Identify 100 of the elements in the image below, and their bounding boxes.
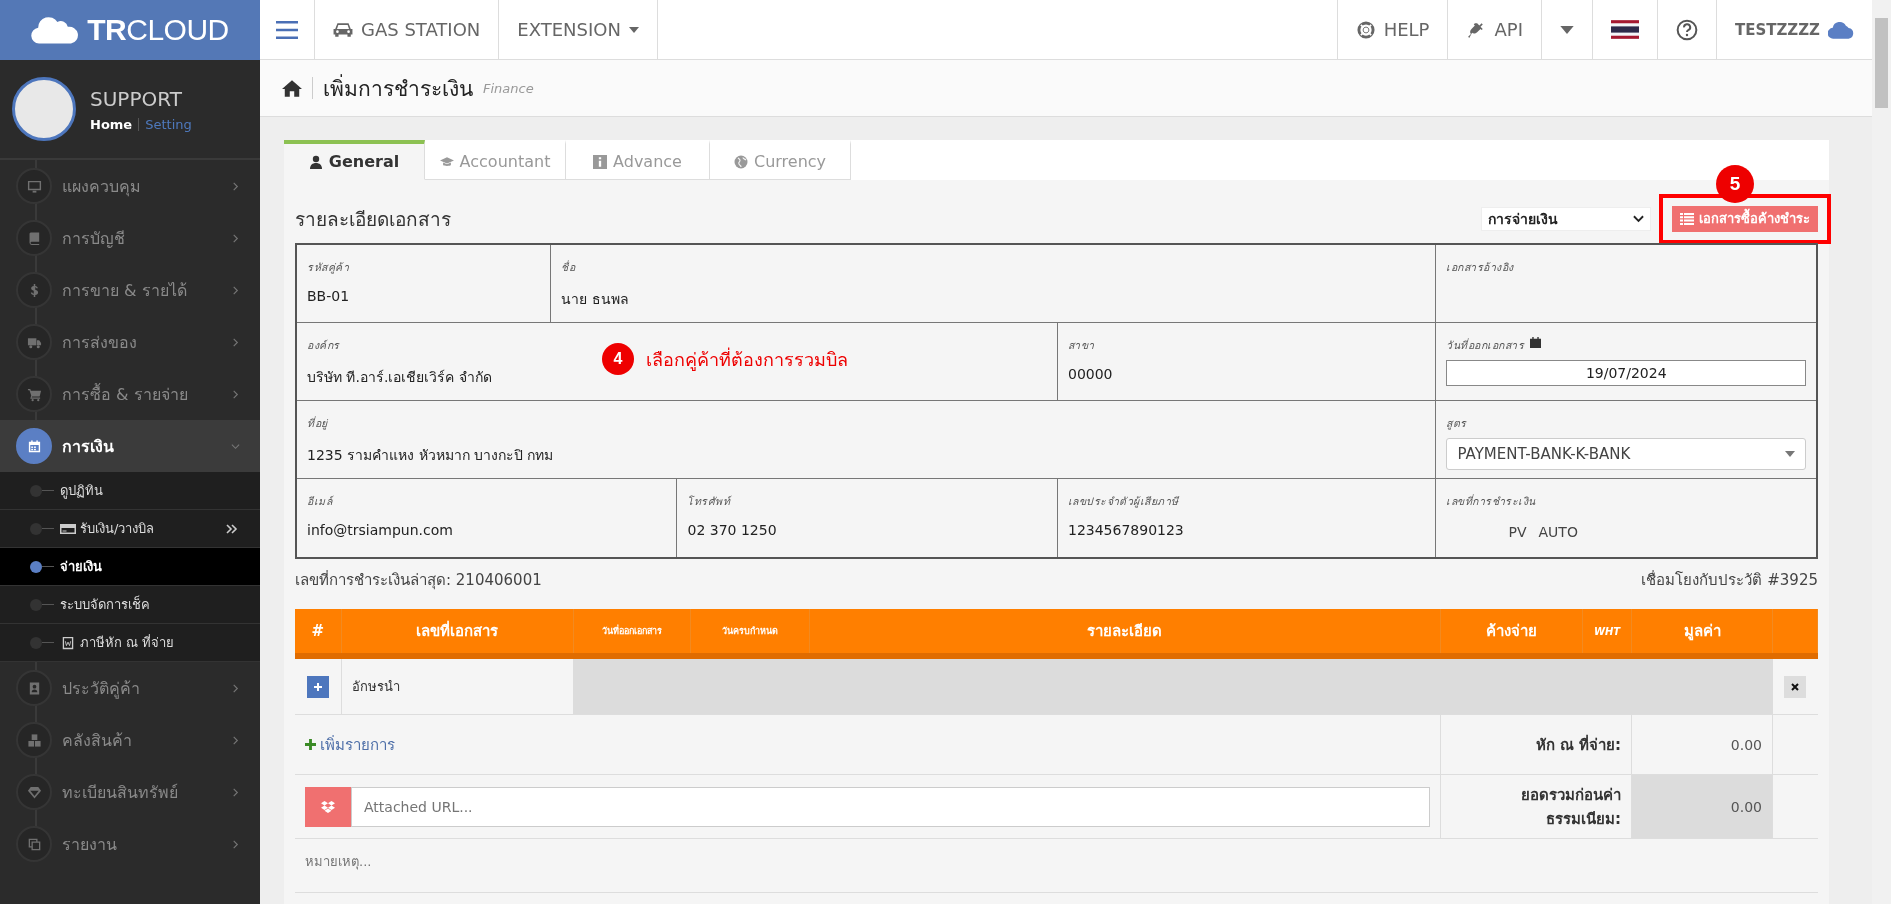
sidebar-subitem[interactable]: ภาษีหัก ณ ที่จ่าย	[0, 624, 260, 662]
field-label: โทรศัพท์	[687, 494, 731, 509]
column-header: วันครบกำหนด	[690, 609, 809, 656]
column-header: เลขที่เอกสาร	[341, 609, 573, 656]
field-label: องค์กร	[307, 338, 340, 353]
field-label: เลขประจำตัวผู้เสียภาษี	[1067, 494, 1179, 510]
column-header: มูลค่า	[1631, 609, 1773, 656]
field-label: สูตร	[1446, 416, 1467, 432]
document-type-select[interactable]: การจ่ายเงิน	[1481, 206, 1651, 231]
notes-field[interactable]: หมายเหตุ...	[295, 839, 1818, 889]
diamond-icon	[26, 784, 42, 800]
sidebar-item[interactable]: คลังสินค้า	[0, 714, 260, 766]
subtotal-value: 0.00	[1631, 774, 1773, 839]
globe-icon	[733, 154, 748, 169]
sidebar-item[interactable]: การขาย & รายได้	[0, 264, 260, 316]
document-icon	[60, 635, 76, 650]
page-subtitle: Finance	[483, 80, 534, 96]
field-value: 02 370 1250	[687, 522, 778, 538]
credit-card-icon	[60, 521, 76, 536]
calendar-icon	[26, 438, 42, 454]
help-icon	[1675, 18, 1698, 41]
column-header: WHT	[1582, 609, 1632, 656]
formula-select[interactable]: PAYMENT-BANK-K-BANK	[1446, 438, 1806, 470]
close-button[interactable]	[1784, 675, 1806, 698]
chevron-right-icon	[231, 285, 240, 295]
home-icon[interactable]	[282, 79, 302, 97]
last-payment-number: เลขที่การชำระเงินล่าสุด: 210406001	[295, 569, 542, 592]
column-header: #	[295, 609, 341, 656]
sidebar-subitem[interactable]: จ่ายเงิน	[0, 548, 260, 586]
field-value: บริษัท ที.อาร์.เอเชียเวิร์ค จำกัด	[307, 368, 493, 387]
brand-name[interactable]: TRCLOUD	[87, 13, 229, 47]
field-label: เอกสารอ้างอิง	[1446, 260, 1514, 275]
sidebar-item[interactable]: การบัญชี	[0, 212, 260, 264]
column-header: รายละเอียด	[809, 609, 1441, 656]
chevron-right-icon	[231, 839, 240, 849]
chevron-right-icon	[231, 233, 240, 243]
list-icon	[1680, 212, 1694, 225]
field-label: ชื่อ	[561, 259, 576, 275]
annotation-text: เลือกคู่ค้าที่ต้องการรวมบิล	[646, 346, 848, 373]
sidebar-item[interactable]: ประวัติคู่ค้า	[0, 662, 260, 714]
cubes-icon	[26, 732, 42, 748]
column-header: วันที่ออกเอกสาร	[573, 609, 690, 656]
wht-label: หัก ณ ที่จ่าย:	[1440, 714, 1632, 775]
dropbox-button[interactable]	[305, 786, 351, 827]
tab[interactable]: Accountant	[425, 140, 566, 180]
car-icon	[333, 20, 353, 39]
chevron-right-icon	[231, 181, 240, 191]
field-label: วันที่ออกเอกสาร	[1446, 337, 1525, 353]
sidebar-item[interactable]: การซื้อ & รายจ่าย	[0, 368, 260, 420]
profile-link[interactable]: Setting	[145, 116, 192, 132]
sidebar-subitem[interactable]: ดูปฏิทิน	[0, 472, 260, 510]
date-field[interactable]: 19/07/2024	[1446, 360, 1806, 386]
menu-icon	[276, 20, 298, 39]
field-value: info@trsiampun.com	[307, 522, 454, 538]
chevron-down-icon	[231, 441, 240, 451]
field-value: 1234567890123	[1067, 522, 1185, 538]
timeline-node	[30, 560, 54, 573]
field-label: อีเมล์	[307, 494, 332, 509]
plus-icon	[312, 681, 323, 692]
scrollbar[interactable]	[1872, 0, 1891, 904]
outstanding-documents-button[interactable]: เอกสารซื้อค้างชำระ	[1672, 205, 1818, 232]
chevron-down-icon	[1633, 214, 1644, 223]
calendar-icon	[1530, 337, 1542, 348]
flag-icon	[1610, 20, 1639, 39]
attached-url-field[interactable]: Attached URL...	[351, 786, 1430, 827]
column-header: ค้างจ่าย	[1440, 609, 1583, 656]
field-label: ที่อยู่	[307, 415, 328, 432]
field-value: 1235 รามคำแหง หัวหมาก บางกะปิ กทม	[307, 446, 555, 465]
sidebar-item[interactable]: ทะเบียนสินทรัพย์	[0, 766, 260, 818]
caret-icon	[1559, 25, 1574, 34]
cart-icon	[26, 386, 42, 402]
tab[interactable]: Advance	[566, 140, 710, 180]
tab[interactable]: General	[284, 140, 425, 180]
tab[interactable]: Currency	[710, 140, 851, 180]
step-number-badge: 4	[602, 343, 634, 375]
field-value: 00000	[1067, 366, 1114, 382]
add-row-button[interactable]	[306, 675, 329, 698]
monitor-icon	[26, 178, 42, 194]
chevron-right-icon	[231, 337, 240, 347]
field-label: สาขา	[1067, 338, 1095, 353]
code-prefix: PV	[1508, 524, 1527, 540]
add-item-link[interactable]: เพิ่มรายการ	[295, 732, 395, 757]
chevron-right-icon	[231, 683, 240, 693]
chevron-right-icon	[231, 735, 240, 745]
sidebar-subitem[interactable]: ระบบจัดการเช็ค	[0, 586, 260, 624]
profile-link[interactable]: Home	[90, 116, 133, 132]
chevron-right-icon	[231, 389, 240, 399]
sidebar-item[interactable]: การส่งของ	[0, 316, 260, 368]
sidebar-item[interactable]: รายงาน	[0, 818, 260, 870]
user-icon	[308, 154, 323, 169]
sidebar-item[interactable]: การเงิน	[0, 420, 260, 472]
close-icon	[1790, 681, 1800, 692]
double-chevron-icon	[226, 523, 238, 534]
profile-name: SUPPORT	[90, 86, 183, 111]
history-link[interactable]: เชื่อมโยงกับประวัติ #3925	[1641, 568, 1818, 592]
cloud-logo-icon	[31, 16, 80, 44]
timeline-node	[30, 598, 54, 611]
sidebar-subitem[interactable]: รับเงิน/วางบิล	[0, 510, 260, 548]
timeline-node	[30, 522, 54, 535]
sidebar-item[interactable]: แผงควบคุม	[0, 160, 260, 212]
